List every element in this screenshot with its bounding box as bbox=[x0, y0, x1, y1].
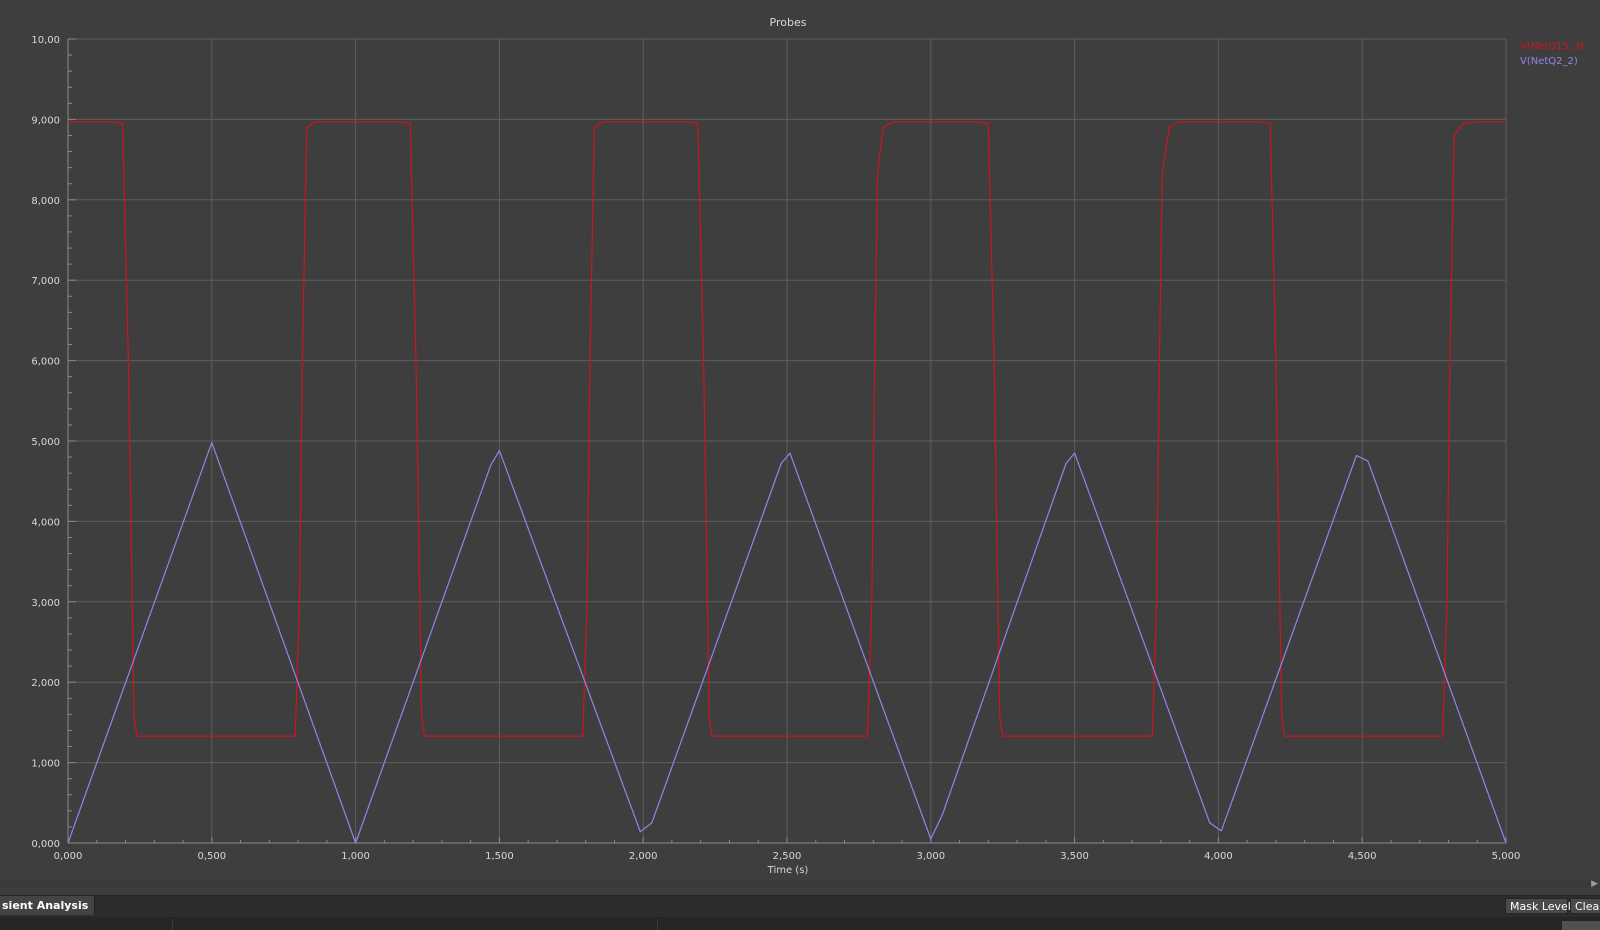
y-tick-label: 4,000 bbox=[31, 517, 60, 528]
probes-chart[interactable]: 0,000 0,500 1,000 1,500 2,000 2,500 3,000 3,500… bbox=[0, 0, 1600, 878]
y-tick-label: 8,000 bbox=[31, 196, 60, 207]
x-tick-label: 4,500 bbox=[1348, 851, 1377, 862]
status-strip bbox=[0, 917, 1600, 930]
mask-level-button[interactable]: Mask Level bbox=[1505, 898, 1571, 914]
x-tick-label: 4,000 bbox=[1204, 851, 1233, 862]
waveform-viewer: 0,000 0,500 1,000 1,500 2,000 2,500 3,000 3,500… bbox=[0, 0, 1600, 930]
x-tick-label: 0,000 bbox=[54, 851, 83, 862]
x-tick-label: 0,500 bbox=[197, 851, 226, 862]
x-tick-label: 2,000 bbox=[629, 851, 658, 862]
y-tick-label: 9,000 bbox=[31, 115, 60, 126]
x-tick-label: 2,500 bbox=[773, 851, 802, 862]
x-tick-label: 3,000 bbox=[916, 851, 945, 862]
y-tick-label: 2,000 bbox=[31, 678, 60, 689]
x-tick-label: 1,000 bbox=[341, 851, 370, 862]
legend-entry: V(NetQ2_2) bbox=[1520, 56, 1578, 67]
y-tick-label: 6,000 bbox=[31, 357, 60, 368]
scroll-right-icon[interactable]: ▶ bbox=[1591, 879, 1598, 889]
horizontal-scrollbar[interactable]: ▶ bbox=[0, 879, 1600, 889]
y-tick-label: 7,000 bbox=[31, 276, 60, 287]
x-axis-label: Time (s) bbox=[767, 865, 809, 876]
strip-panel bbox=[1562, 921, 1600, 930]
x-tick-label: 1,500 bbox=[485, 851, 514, 862]
y-tick-label: 0,000 bbox=[31, 839, 60, 850]
x-tick-label: 5,000 bbox=[1492, 851, 1521, 862]
bottom-toolbar: sient Analysis Mask Level Clear bbox=[0, 895, 1600, 917]
x-tick-label: 3,500 bbox=[1060, 851, 1089, 862]
y-tick-label: 1,000 bbox=[31, 759, 60, 770]
legend-entry: V(NetQ15_3) bbox=[1520, 41, 1584, 52]
strip-separator bbox=[657, 919, 658, 930]
chart-title: Probes bbox=[770, 16, 807, 29]
tab-transient-analysis[interactable]: sient Analysis bbox=[0, 896, 96, 915]
plot-area[interactable]: 0,000 0,500 1,000 1,500 2,000 2,500 3,000 3,500… bbox=[0, 0, 1600, 878]
strip-separator bbox=[172, 919, 173, 930]
clear-button[interactable]: Clear bbox=[1570, 898, 1600, 914]
y-tick-label: 5,000 bbox=[31, 437, 60, 448]
y-tick-label: 10,00 bbox=[31, 35, 60, 46]
y-tick-label: 3,000 bbox=[31, 598, 60, 609]
